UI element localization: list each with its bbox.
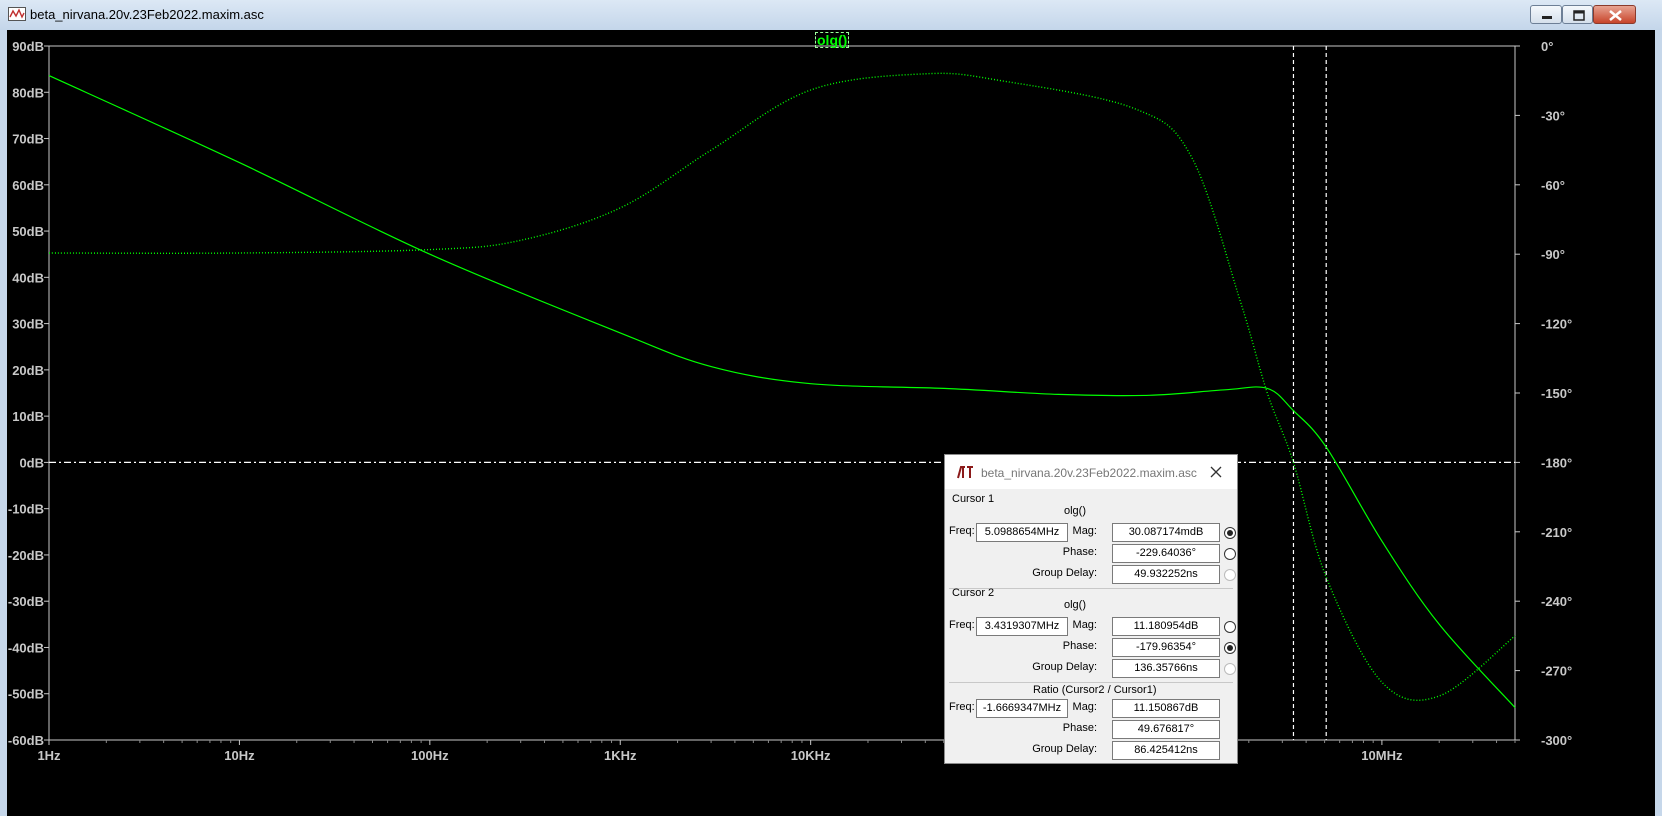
phase-trace bbox=[48, 72, 1516, 701]
cursor2-gd-field[interactable]: 136.35766ns bbox=[1112, 659, 1220, 678]
y-right-tick-label: 0° bbox=[1541, 39, 1553, 54]
maximize-button[interactable] bbox=[1562, 5, 1593, 24]
y-right-tick-label: -30° bbox=[1541, 108, 1565, 123]
close-icon bbox=[1609, 10, 1622, 21]
cursor2-freq-label: Freq: bbox=[949, 619, 975, 631]
ratio-gd-label: Group Delay: bbox=[1032, 743, 1097, 755]
y-right-tick-label: -270° bbox=[1541, 664, 1572, 679]
ratio-mag-field[interactable]: 11.150867dB bbox=[1112, 699, 1220, 718]
y-right-tick-label: -300° bbox=[1541, 733, 1572, 748]
cursor2-mag-radio[interactable] bbox=[1224, 621, 1236, 633]
ratio-heading: Ratio (Cursor2 / Cursor1) bbox=[1033, 684, 1157, 696]
x-tick-label: 10KHz bbox=[791, 748, 831, 763]
plot-pane[interactable]: 90dB 80dB 70dB 60dB 50dB 40dB 30dB 20dB 10dB 0dB -… bbox=[7, 30, 1655, 816]
y-right-tick-label: -150° bbox=[1541, 386, 1572, 401]
cursor2-phase-label: Phase: bbox=[1062, 640, 1097, 652]
cursor2-gd-radio bbox=[1224, 663, 1236, 675]
y-left-tick-label: 20dB bbox=[12, 363, 44, 378]
cursor2-heading: Cursor 2 bbox=[952, 587, 995, 599]
cursor1-gd-label: Group Delay: bbox=[1032, 567, 1097, 579]
y-left-tick-label: 10dB bbox=[12, 409, 44, 424]
minimize-button[interactable] bbox=[1530, 5, 1562, 24]
y-left-tick-label: 90dB bbox=[12, 39, 44, 54]
y-left-tick-label: -20dB bbox=[8, 548, 44, 563]
dialog-title: beta_nirvana.20v.23Feb2022.maxim.asc bbox=[981, 466, 1197, 480]
ratio-phase-label: Phase: bbox=[1062, 722, 1097, 734]
waveform-viewer-icon bbox=[8, 7, 26, 21]
y-right-tick-label: -90° bbox=[1541, 247, 1565, 262]
cursor1-heading: Cursor 1 bbox=[952, 493, 995, 505]
cursor1-gd-field[interactable]: 49.932252ns bbox=[1112, 565, 1220, 584]
cursor2-mag-label: Mag: bbox=[1072, 619, 1097, 631]
y-left-tick-label: 50dB bbox=[12, 224, 44, 239]
title-bar: beta_nirvana.20v.23Feb2022.maxim.asc bbox=[0, 0, 1662, 30]
cursor1-phase-field[interactable]: -229.64036° bbox=[1112, 544, 1220, 563]
close-button[interactable] bbox=[1593, 5, 1636, 24]
magnitude-trace bbox=[48, 75, 1516, 709]
y-right-tick-label: -60° bbox=[1541, 178, 1565, 193]
y-left-tick-label: -50dB bbox=[8, 687, 44, 702]
bode-plot[interactable]: 90dB 80dB 70dB 60dB 50dB 40dB 30dB 20dB 10dB 0dB -… bbox=[7, 30, 1655, 816]
cursor1-mag-label: Mag: bbox=[1072, 525, 1097, 537]
cursor2-gd-label: Group Delay: bbox=[1032, 661, 1097, 673]
cursor2-mag-field[interactable]: 11.180954dB bbox=[1112, 617, 1220, 636]
cursor1-trace: olg() bbox=[1064, 505, 1087, 517]
separator bbox=[949, 682, 1233, 683]
y-left-tick-label: -60dB bbox=[8, 733, 44, 748]
cursor2-phase-field[interactable]: -179.96354° bbox=[1112, 638, 1220, 657]
y-right-tick-label: -120° bbox=[1541, 317, 1572, 332]
ratio-phase-field[interactable]: 49.676817° bbox=[1112, 720, 1220, 739]
y-left-tick-label: 60dB bbox=[12, 178, 44, 193]
y-left-tick-label: 40dB bbox=[12, 270, 44, 285]
cursor1-mag-field[interactable]: 30.087174mdB bbox=[1112, 523, 1220, 542]
ratio-gd-field[interactable]: 86.425412ns bbox=[1112, 741, 1220, 760]
ltspice-icon bbox=[957, 466, 973, 479]
x-tick-label: 10Hz bbox=[224, 748, 255, 763]
cursor1-phase-label: Phase: bbox=[1062, 546, 1097, 558]
y-left-tick-label: -10dB bbox=[8, 502, 44, 517]
cursor-dialog[interactable]: beta_nirvana.20v.23Feb2022.maxim.asc Cur… bbox=[944, 454, 1238, 764]
y-left-tick-label: 70dB bbox=[12, 132, 44, 147]
plot-frame bbox=[48, 45, 1516, 741]
x-tick-label: 1Hz bbox=[37, 748, 61, 763]
cursor2-phase-radio[interactable] bbox=[1224, 642, 1236, 654]
trace-label[interactable]: olg() bbox=[817, 32, 847, 48]
x-tick-label: 10MHz bbox=[1361, 748, 1403, 763]
close-icon[interactable] bbox=[1209, 465, 1223, 479]
minimize-icon bbox=[1542, 16, 1552, 19]
cursor1-gd-radio bbox=[1224, 569, 1236, 581]
window-title: beta_nirvana.20v.23Feb2022.maxim.asc bbox=[30, 7, 264, 22]
y-right-tick-label: -210° bbox=[1541, 525, 1572, 540]
maximize-icon bbox=[1573, 10, 1585, 21]
y-left-tick-label: 30dB bbox=[12, 317, 44, 332]
ratio-mag-label: Mag: bbox=[1072, 701, 1097, 713]
cursor2-trace: olg() bbox=[1064, 599, 1087, 611]
x-tick-label: 1KHz bbox=[604, 748, 637, 763]
y-left-tick-label: -40dB bbox=[8, 640, 44, 655]
cursor1-mag-radio[interactable] bbox=[1224, 527, 1236, 539]
x-tick-label: 100Hz bbox=[411, 748, 449, 763]
dialog-header: beta_nirvana.20v.23Feb2022.maxim.asc bbox=[945, 455, 1237, 489]
cursor1-freq-label: Freq: bbox=[949, 525, 975, 537]
cursor1-phase-radio[interactable] bbox=[1224, 548, 1236, 560]
ratio-freq-label: Freq: bbox=[949, 701, 975, 713]
y-left-tick-label: 80dB bbox=[12, 85, 44, 100]
y-right-tick-label: -180° bbox=[1541, 455, 1572, 470]
y-right-tick-label: -240° bbox=[1541, 594, 1572, 609]
y-left-tick-label: -30dB bbox=[8, 594, 44, 609]
y-left-tick-label: 0dB bbox=[19, 455, 44, 470]
